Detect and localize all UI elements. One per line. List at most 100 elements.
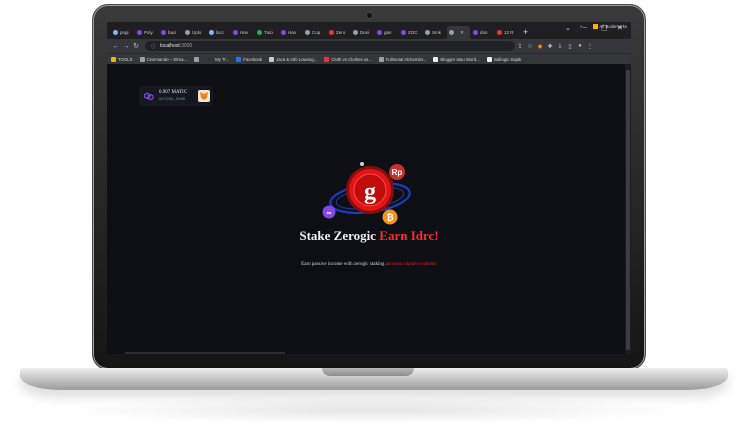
bookmark-label: Facebook [243, 56, 263, 62]
bookmark-favicon-icon [111, 56, 116, 62]
page-bottom-edge [125, 352, 285, 354]
tab-favicon-icon [329, 30, 334, 35]
hero-title: Stake Zerogic Earn Idrc! [107, 228, 631, 244]
url-host: localhost [160, 43, 180, 49]
bookmark-item[interactable] [194, 56, 201, 62]
browser-tab[interactable]: Poly [135, 26, 158, 39]
browser-toolbar: ← → ↻ ⓘ localhost :3000 ⇪ ☆ ◆ ✚ ⤓ ▯ ● ⋮ [107, 39, 631, 53]
rupiah-coin-icon: Rp [392, 168, 403, 177]
scrollbar-thumb[interactable] [626, 70, 630, 350]
bookmark-label: My Tr... [215, 56, 230, 62]
browser-tab[interactable]: Hav [231, 26, 254, 39]
extensions-icon[interactable]: ✚ [545, 43, 555, 50]
browser-tab[interactable]: Zero [327, 26, 350, 39]
tab-favicon-icon [497, 30, 502, 35]
laptop-screen: pngi Poly baci Uplo locc Hav Tuto Has Cop Zero Des… [107, 22, 631, 354]
browser-tab[interactable]: locc [207, 26, 230, 39]
browser-tab[interactable]: 12 R [495, 26, 518, 39]
hero-subtitle: Earn passive income with zerogic staking… [107, 262, 631, 267]
new-tab-button[interactable]: + [523, 26, 533, 39]
browser-tab[interactable]: Has [279, 26, 302, 39]
site-info-icon[interactable]: ⓘ [151, 43, 156, 50]
tab-label: pngi [120, 30, 129, 35]
profile-avatar[interactable]: ● [575, 43, 585, 49]
bookmarks-overflow-icon[interactable]: » [580, 24, 582, 29]
bookmark-item[interactable]: My Tr... [208, 56, 230, 62]
bookmark-item[interactable]: indilogic Sajak [486, 56, 522, 62]
browser-tab[interactable]: Desi [351, 26, 374, 39]
browser-tab[interactable]: ✕ [447, 26, 470, 39]
bookmark-item[interactable]: Cinemando – Strea... [139, 56, 188, 62]
tab-favicon-icon [185, 30, 190, 35]
bookmark-favicon-icon [324, 56, 330, 62]
share-icon[interactable]: ⇪ [515, 43, 525, 50]
browser-tab[interactable]: don [471, 26, 494, 39]
menu-icon[interactable]: ⋮ [585, 43, 595, 50]
browser-tab[interactable]: Uplo [183, 26, 206, 39]
bookmark-favicon-icon [139, 56, 145, 62]
tab-label: gan [384, 30, 392, 35]
tab-label: Uplo [192, 30, 202, 35]
forward-button[interactable]: → [121, 43, 131, 50]
tab-close-icon[interactable]: ✕ [460, 30, 464, 36]
tab-strip: pngi Poly baci Uplo locc Hav Tuto Has Cop Zero Des… [107, 22, 631, 39]
hero-title-red: Earn Idrc! [379, 228, 439, 243]
bookmark-favicon-icon [208, 56, 214, 62]
bookmark-item[interactable]: Cloth vs Clothes vs... [324, 56, 372, 62]
browser-tab[interactable]: pngi [111, 26, 134, 39]
zerogic-logo-illustration: g Rp ∞ ₿ [322, 162, 411, 225]
bookmark-favicon-icon [378, 56, 384, 62]
bookmarks-bar: TOOLS Cinemando – Strea... My Tr... Faceboo… [107, 53, 631, 64]
hero-title-white: Stake Zerogic [299, 228, 377, 243]
bookmark-favicon-icon [194, 56, 200, 62]
browser-tab[interactable]: Tuto [255, 26, 278, 39]
bitcoin-coin-icon: ₿ [386, 213, 393, 223]
bookmarks-right: » All Bookmarks [580, 24, 627, 29]
bookmark-star-icon[interactable]: ☆ [525, 43, 535, 50]
bookmark-item[interactable]: Blogger atau Word... [433, 56, 480, 62]
all-bookmarks-link[interactable]: All Bookmarks [600, 24, 627, 29]
tab-label: ZOC [408, 30, 418, 35]
browser-tab[interactable]: baci [159, 26, 182, 39]
tab-favicon-icon [473, 30, 478, 35]
hero-subtitle-white: Earn passive income with zerogic staking [301, 262, 385, 267]
browser-tab[interactable]: Cop [303, 26, 326, 39]
url-port: :3000 [179, 43, 193, 49]
hero-subtitle-red: and earn rupiah-x tokens! [385, 262, 437, 267]
tab-search-icon[interactable]: ⌄ [565, 24, 571, 32]
bookmark-label: indilogic Sajak [493, 56, 522, 62]
tab-label: don [480, 30, 488, 35]
wallet-address: 0x7C56...5496 [159, 96, 186, 101]
browser-tab[interactable]: ZOC [399, 26, 422, 39]
browser-tab[interactable]: Smk [423, 26, 446, 39]
side-panel-icon[interactable]: ▯ [565, 43, 575, 50]
browser-tab[interactable]: gan [375, 26, 398, 39]
tab-label: Zero [336, 30, 346, 35]
metamask-extension-icon[interactable]: ◆ [535, 43, 545, 50]
bookmark-item[interactable]: Facebook [236, 56, 263, 62]
tab-favicon-icon [233, 30, 238, 35]
tab-label: baci [168, 30, 177, 35]
wallet-widget[interactable]: 0.907 MATIC 0x7C56...5496 [139, 86, 213, 106]
tab-favicon-icon [425, 30, 430, 35]
download-icon[interactable]: ⤓ [555, 43, 565, 50]
reload-button[interactable]: ↻ [131, 42, 141, 50]
page-content: 0.907 MATIC 0x7C56...5496 g Rp ∞ ₿ Stake… [107, 64, 631, 354]
address-bar[interactable]: ⓘ localhost :3000 [145, 41, 515, 51]
tab-label: Has [288, 30, 297, 35]
bookmark-label: Cloth vs Clothes vs... [331, 56, 372, 62]
bookmark-label: Cinemando – Strea... [146, 56, 188, 62]
bookmark-item[interactable]: Fullmetal Alchemist... [378, 56, 427, 62]
tab-favicon-icon [113, 30, 118, 35]
back-button[interactable]: ← [111, 43, 121, 50]
tab-label: Tuto [264, 30, 273, 35]
bookmark-item[interactable]: Jaca & Info Lowong... [269, 56, 317, 62]
polygon-coin-icon: ∞ [327, 210, 332, 217]
tab-label: Cop [312, 30, 321, 35]
bookmark-item[interactable]: TOOLS [111, 56, 133, 62]
tab-label: Desi [360, 30, 370, 35]
page-scrollbar[interactable] [625, 64, 631, 354]
metamask-fox-icon [198, 90, 210, 102]
bookmark-label: Fullmetal Alchemist... [385, 56, 427, 62]
tab-favicon-icon [401, 30, 406, 35]
